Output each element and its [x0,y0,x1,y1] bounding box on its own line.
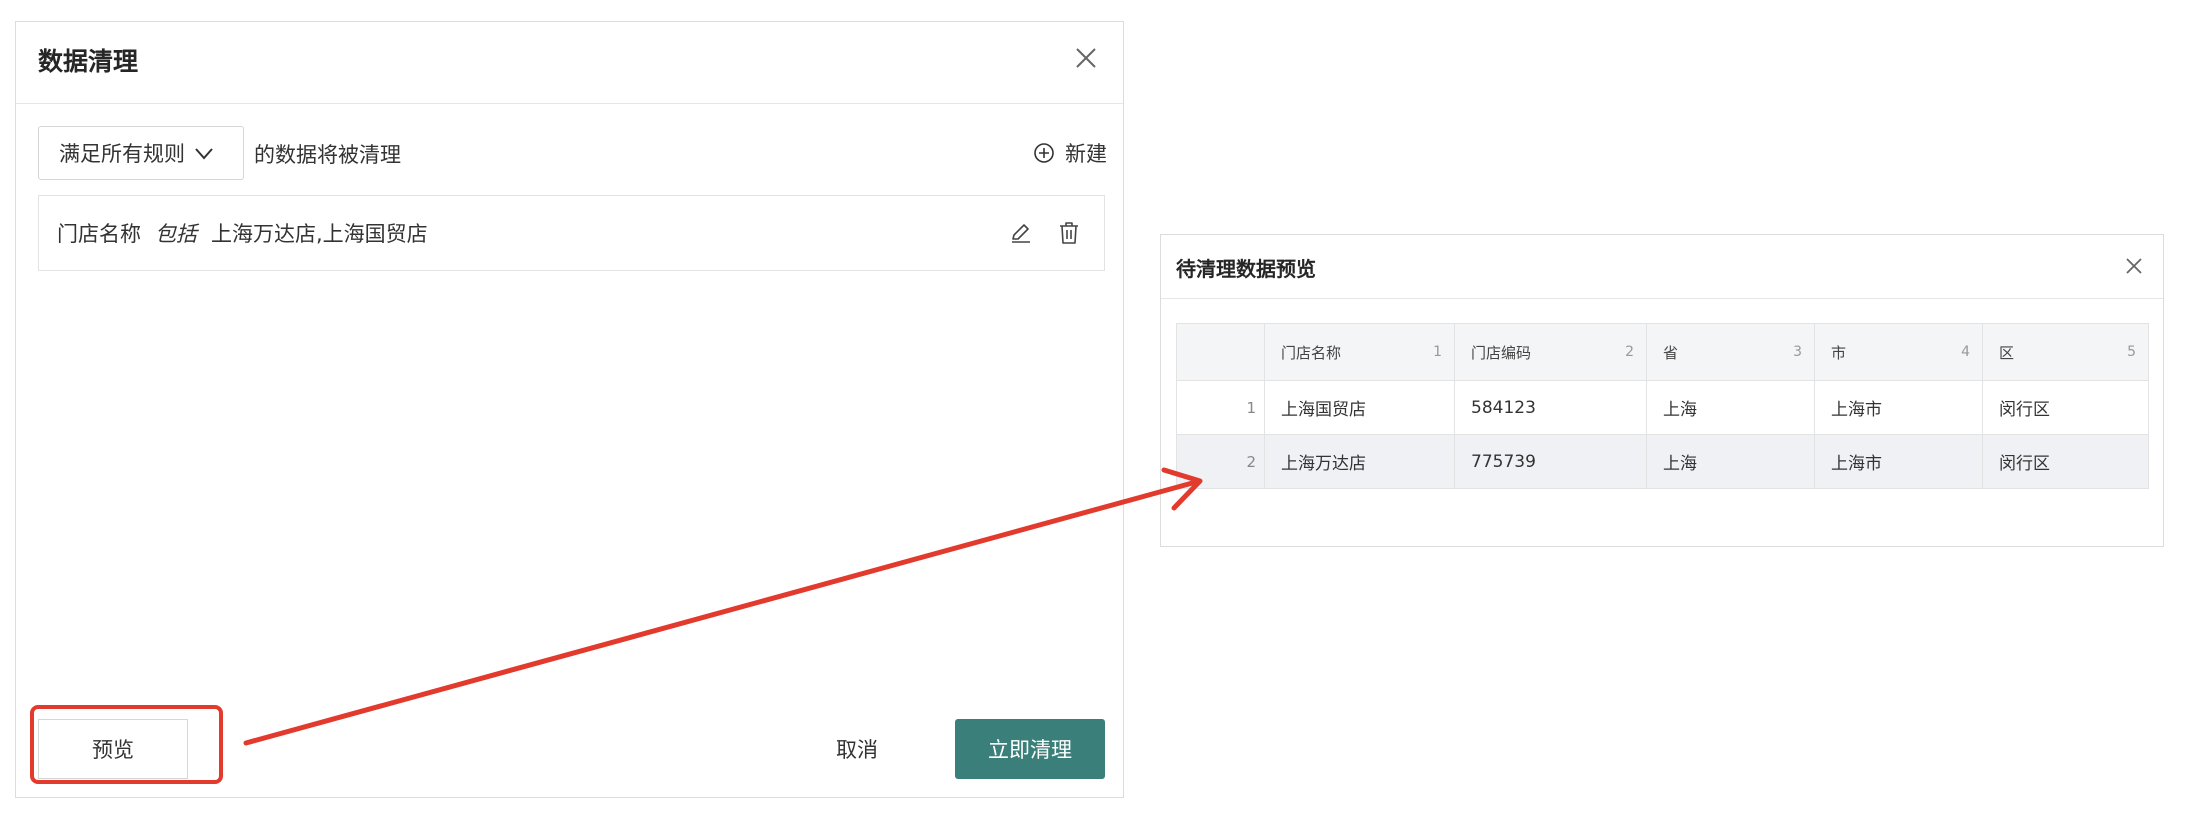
column-label: 市 [1831,343,1847,362]
row-index: 2 [1176,434,1265,489]
preview-table: 门店名称 1 门店编码 2 省3 市4 区5 1 上海国贸店 584123 上海 上… [1176,323,2149,489]
edit-icon[interactable] [1008,220,1034,246]
clean-now-button[interactable]: 立即清理 [955,719,1105,779]
table-cell: 上海 [1646,380,1815,435]
column-index: 3 [1793,344,1802,360]
table-cell: 775739 [1454,434,1647,489]
table-cell: 上海市 [1814,380,1983,435]
table-header-row: 门店名称 1 门店编码 2 省3 市4 区5 [1176,323,2149,381]
table-cell: 上海国贸店 [1264,380,1455,435]
preview-panel: 待清理数据预览 门店名称 1 门店编码 2 省3 市4 区5 1 上海国贸店 584… [1160,234,2164,547]
table-row: 1 上海国贸店 584123 上海 上海市 闵行区 [1176,380,2149,435]
corner-header [1176,323,1265,381]
column-header[interactable]: 区5 [1982,323,2149,381]
column-header[interactable]: 省3 [1646,323,1815,381]
column-label: 区 [1999,343,2015,362]
cancel-button[interactable]: 取消 [836,734,878,764]
column-index: 1 [1433,344,1442,360]
table-cell: 上海万达店 [1264,434,1455,489]
column-index: 5 [2127,344,2136,360]
table-row: 2 上海万达店 775739 上海 上海市 闵行区 [1176,434,2149,489]
table-cell: 闵行区 [1982,434,2149,489]
table-cell: 上海 [1646,434,1815,489]
new-rule-button[interactable]: 新建 [1033,138,1107,168]
column-label: 门店编码 [1471,343,1532,362]
column-index: 4 [1961,344,1970,360]
column-header[interactable]: 门店名称 1 [1264,323,1455,381]
column-label: 省 [1663,343,1679,362]
rule-field: 门店名称 [57,222,141,246]
rule-mode-select[interactable]: 满足所有规则 [38,126,244,180]
column-header[interactable]: 门店编码 2 [1454,323,1647,381]
rule-row: 门店名称 包括 上海万达店,上海国贸店 [38,195,1105,271]
column-index: 2 [1625,344,1634,360]
column-label: 门店名称 [1281,343,1342,362]
close-icon[interactable] [1071,43,1101,73]
column-header[interactable]: 市4 [1814,323,1983,381]
table-cell: 584123 [1454,380,1647,435]
rule-operator: 包括 [155,222,197,246]
rule-description: 门店名称 包括 上海万达店,上海国贸店 [57,218,428,248]
trash-icon[interactable] [1056,220,1082,246]
dialog-header: 数据清理 [16,22,1123,104]
table-cell: 闵行区 [1982,380,2149,435]
preview-highlight-box [30,705,223,784]
data-cleanup-dialog: 数据清理 满足所有规则 的数据将被清理 新建 门店名称 包括 上海万达店,上海国贸店 [15,21,1124,798]
rule-suffix-text: 的数据将被清理 [254,143,401,167]
preview-panel-title: 待清理数据预览 [1176,257,1316,281]
rule-value: 上海万达店,上海国贸店 [211,222,428,246]
dialog-title: 数据清理 [38,47,139,76]
preview-panel-header: 待清理数据预览 [1161,235,2163,299]
chevron-down-icon [195,148,213,160]
close-icon[interactable] [2123,255,2145,277]
table-cell: 上海市 [1814,434,1983,489]
new-rule-label: 新建 [1065,142,1107,166]
row-index: 1 [1176,380,1265,435]
plus-circle-icon [1034,143,1054,163]
rule-mode-value: 满足所有规则 [59,142,185,166]
